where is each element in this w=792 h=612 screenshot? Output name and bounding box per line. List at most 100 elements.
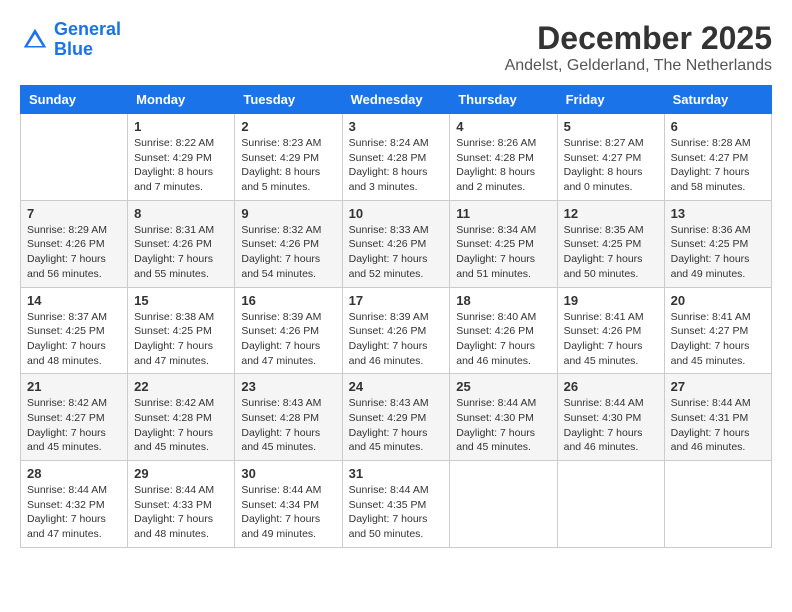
calendar-cell: 24Sunrise: 8:43 AM Sunset: 4:29 PM Dayli…	[342, 374, 450, 461]
day-info: Sunrise: 8:27 AM Sunset: 4:27 PM Dayligh…	[564, 136, 658, 195]
day-number: 13	[671, 206, 765, 221]
calendar-cell: 8Sunrise: 8:31 AM Sunset: 4:26 PM Daylig…	[128, 200, 235, 287]
calendar-week-row: 1Sunrise: 8:22 AM Sunset: 4:29 PM Daylig…	[21, 114, 772, 201]
logo-line2: Blue	[54, 40, 121, 60]
day-number: 31	[349, 466, 444, 481]
calendar-cell	[664, 461, 771, 548]
day-number: 9	[241, 206, 335, 221]
calendar-week-row: 21 Sunrise: 8:42 AM Sunset: 4:27 PM Dayli…	[21, 374, 772, 461]
calendar-cell: 26 Sunrise: 8:44 AM Sunset: 4:30 PM Dayli…	[557, 374, 664, 461]
day-number: 25	[456, 379, 550, 394]
day-info: Sunrise: 8:44 AM Sunset: 4:35 PM Dayligh…	[349, 483, 444, 542]
calendar-cell: 7 Sunrise: 8:29 AM Sunset: 4:26 PM Daylig…	[21, 200, 128, 287]
logo-line1: General	[54, 19, 121, 39]
calendar-cell	[557, 461, 664, 548]
day-number: 24	[349, 379, 444, 394]
calendar-cell: 3 Sunrise: 8:24 AM Sunset: 4:28 PM Daylig…	[342, 114, 450, 201]
day-info: Sunrise: 8:42 AM Sunset: 4:27 PM Dayligh…	[27, 396, 121, 455]
day-info: Sunrise: 8:34 AM Sunset: 4:25 PM Dayligh…	[456, 223, 550, 282]
day-info: Sunrise: 8:33 AM Sunset: 4:26 PM Dayligh…	[349, 223, 444, 282]
calendar-table: SundayMondayTuesdayWednesdayThursdayFrid…	[20, 85, 772, 548]
calendar-header-row: SundayMondayTuesdayWednesdayThursdayFrid…	[21, 86, 772, 114]
day-info: Sunrise: 8:23 AM Sunset: 4:29 PM Dayligh…	[241, 136, 335, 195]
calendar-cell: 19 Sunrise: 8:41 AM Sunset: 4:26 PM Dayli…	[557, 287, 664, 374]
day-number: 30	[241, 466, 335, 481]
calendar-cell: 20 Sunrise: 8:41 AM Sunset: 4:27 PM Dayli…	[664, 287, 771, 374]
day-number: 14	[27, 293, 121, 308]
day-number: 28	[27, 466, 121, 481]
day-info: Sunrise: 8:28 AM Sunset: 4:27 PM Dayligh…	[671, 136, 765, 195]
day-number: 26	[564, 379, 658, 394]
location-subtitle: Andelst, Gelderland, The Netherlands	[505, 57, 772, 75]
day-info: Sunrise: 8:44 AM Sunset: 4:30 PM Dayligh…	[564, 396, 658, 455]
calendar-cell: 31 Sunrise: 8:44 AM Sunset: 4:35 PM Dayli…	[342, 461, 450, 548]
calendar-cell: 28 Sunrise: 8:44 AM Sunset: 4:32 PM Dayli…	[21, 461, 128, 548]
calendar-cell: 5 Sunrise: 8:27 AM Sunset: 4:27 PM Daylig…	[557, 114, 664, 201]
calendar-week-row: 7 Sunrise: 8:29 AM Sunset: 4:26 PM Daylig…	[21, 200, 772, 287]
calendar-cell: 25 Sunrise: 8:44 AM Sunset: 4:30 PM Dayli…	[450, 374, 557, 461]
day-info: Sunrise: 8:44 AM Sunset: 4:30 PM Dayligh…	[456, 396, 550, 455]
day-number: 2	[241, 119, 335, 134]
day-number: 23	[241, 379, 335, 394]
column-header-thursday: Thursday	[450, 86, 557, 114]
day-info: Sunrise: 8:36 AM Sunset: 4:25 PM Dayligh…	[671, 223, 765, 282]
calendar-week-row: 28 Sunrise: 8:44 AM Sunset: 4:32 PM Dayli…	[21, 461, 772, 548]
day-number: 29	[134, 466, 228, 481]
column-header-monday: Monday	[128, 86, 235, 114]
calendar-cell: 14Sunrise: 8:37 AM Sunset: 4:25 PM Dayli…	[21, 287, 128, 374]
day-number: 10	[349, 206, 444, 221]
day-info: Sunrise: 8:31 AM Sunset: 4:26 PM Dayligh…	[134, 223, 228, 282]
column-header-saturday: Saturday	[664, 86, 771, 114]
calendar-cell: 27Sunrise: 8:44 AM Sunset: 4:31 PM Dayli…	[664, 374, 771, 461]
day-number: 7	[27, 206, 121, 221]
calendar-cell: 13 Sunrise: 8:36 AM Sunset: 4:25 PM Dayli…	[664, 200, 771, 287]
column-header-friday: Friday	[557, 86, 664, 114]
calendar-cell: 9 Sunrise: 8:32 AM Sunset: 4:26 PM Daylig…	[235, 200, 342, 287]
day-number: 27	[671, 379, 765, 394]
day-info: Sunrise: 8:44 AM Sunset: 4:33 PM Dayligh…	[134, 483, 228, 542]
calendar-cell: 2 Sunrise: 8:23 AM Sunset: 4:29 PM Daylig…	[235, 114, 342, 201]
day-info: Sunrise: 8:43 AM Sunset: 4:28 PM Dayligh…	[241, 396, 335, 455]
day-number: 18	[456, 293, 550, 308]
calendar-cell: 21 Sunrise: 8:42 AM Sunset: 4:27 PM Dayli…	[21, 374, 128, 461]
day-number: 12	[564, 206, 658, 221]
day-number: 21	[27, 379, 121, 394]
calendar-cell: 6Sunrise: 8:28 AM Sunset: 4:27 PM Daylig…	[664, 114, 771, 201]
day-info: Sunrise: 8:39 AM Sunset: 4:26 PM Dayligh…	[241, 310, 335, 369]
day-info: Sunrise: 8:35 AM Sunset: 4:25 PM Dayligh…	[564, 223, 658, 282]
calendar-cell: 29 Sunrise: 8:44 AM Sunset: 4:33 PM Dayli…	[128, 461, 235, 548]
calendar-cell: 17Sunrise: 8:39 AM Sunset: 4:26 PM Dayli…	[342, 287, 450, 374]
column-header-tuesday: Tuesday	[235, 86, 342, 114]
calendar-cell: 11 Sunrise: 8:34 AM Sunset: 4:25 PM Dayli…	[450, 200, 557, 287]
day-info: Sunrise: 8:32 AM Sunset: 4:26 PM Dayligh…	[241, 223, 335, 282]
day-number: 20	[671, 293, 765, 308]
calendar-cell	[450, 461, 557, 548]
page-header: General Blue December 2025 Andelst, Geld…	[20, 20, 772, 75]
day-number: 16	[241, 293, 335, 308]
column-header-wednesday: Wednesday	[342, 86, 450, 114]
day-info: Sunrise: 8:24 AM Sunset: 4:28 PM Dayligh…	[349, 136, 444, 195]
day-info: Sunrise: 8:40 AM Sunset: 4:26 PM Dayligh…	[456, 310, 550, 369]
day-number: 5	[564, 119, 658, 134]
day-info: Sunrise: 8:41 AM Sunset: 4:26 PM Dayligh…	[564, 310, 658, 369]
calendar-cell	[21, 114, 128, 201]
calendar-cell: 4Sunrise: 8:26 AM Sunset: 4:28 PM Daylig…	[450, 114, 557, 201]
calendar-cell: 15Sunrise: 8:38 AM Sunset: 4:25 PM Dayli…	[128, 287, 235, 374]
day-number: 11	[456, 206, 550, 221]
calendar-cell: 16 Sunrise: 8:39 AM Sunset: 4:26 PM Dayli…	[235, 287, 342, 374]
calendar-cell: 10 Sunrise: 8:33 AM Sunset: 4:26 PM Dayli…	[342, 200, 450, 287]
day-number: 19	[564, 293, 658, 308]
calendar-cell: 12 Sunrise: 8:35 AM Sunset: 4:25 PM Dayli…	[557, 200, 664, 287]
day-info: Sunrise: 8:38 AM Sunset: 4:25 PM Dayligh…	[134, 310, 228, 369]
logo-icon	[20, 25, 50, 55]
day-number: 3	[349, 119, 444, 134]
day-info: Sunrise: 8:44 AM Sunset: 4:32 PM Dayligh…	[27, 483, 121, 542]
day-number: 1	[134, 119, 228, 134]
day-info: Sunrise: 8:29 AM Sunset: 4:26 PM Dayligh…	[27, 223, 121, 282]
day-info: Sunrise: 8:41 AM Sunset: 4:27 PM Dayligh…	[671, 310, 765, 369]
calendar-cell: 18 Sunrise: 8:40 AM Sunset: 4:26 PM Dayli…	[450, 287, 557, 374]
calendar-cell: 30 Sunrise: 8:44 AM Sunset: 4:34 PM Dayli…	[235, 461, 342, 548]
calendar-cell: 1Sunrise: 8:22 AM Sunset: 4:29 PM Daylig…	[128, 114, 235, 201]
day-info: Sunrise: 8:26 AM Sunset: 4:28 PM Dayligh…	[456, 136, 550, 195]
day-info: Sunrise: 8:44 AM Sunset: 4:34 PM Dayligh…	[241, 483, 335, 542]
